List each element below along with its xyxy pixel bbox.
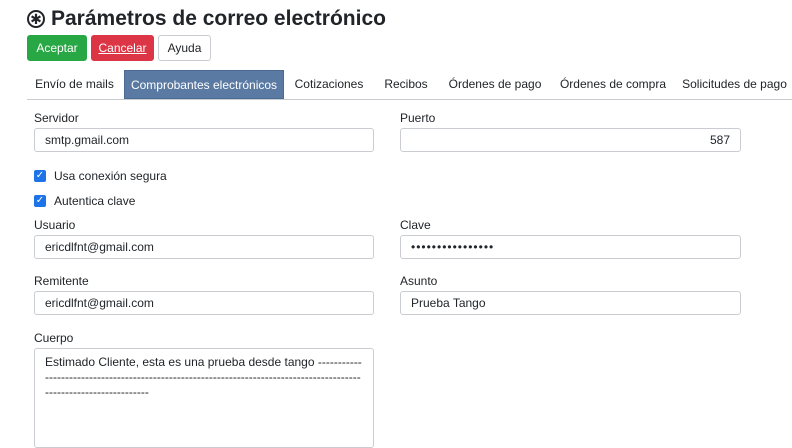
tab-cotizaciones[interactable]: Cotizaciones: [288, 70, 370, 98]
clave-value: ••••••••••••••••: [411, 240, 495, 254]
puerto-label: Puerto: [400, 111, 436, 125]
servidor-label: Servidor: [34, 111, 79, 125]
secure-connection-row: ✓ Usa conexión segura: [34, 169, 167, 183]
servidor-value: smtp.gmail.com: [45, 133, 130, 147]
tab-recibos[interactable]: Recibos: [374, 70, 438, 98]
tab-ordenes-de-pago[interactable]: Órdenes de pago: [442, 70, 548, 98]
help-button[interactable]: Ayuda: [158, 35, 211, 61]
page-header: ✱ Parámetros de correo electrónico: [27, 6, 386, 32]
tab-comprobantes-electronicos[interactable]: Comprobantes electrónicos: [124, 70, 284, 99]
clave-input[interactable]: ••••••••••••••••: [400, 235, 741, 259]
asunto-input[interactable]: Prueba Tango: [400, 291, 741, 315]
clave-label: Clave: [400, 218, 431, 232]
tab-envio-de-mails[interactable]: Envío de mails: [27, 70, 122, 98]
secure-connection-checkbox[interactable]: ✓: [34, 170, 46, 182]
usuario-label: Usuario: [34, 218, 76, 232]
tab-ordenes-de-compra[interactable]: Órdenes de compra: [554, 70, 672, 98]
usuario-value: ericdlfnt@gmail.com: [45, 240, 154, 254]
auth-label: Autentica clave: [54, 194, 136, 208]
auth-row: ✓ Autentica clave: [34, 194, 135, 208]
asterisk-circle-icon: ✱: [27, 10, 45, 28]
accept-button[interactable]: Aceptar: [27, 35, 87, 61]
asunto-value: Prueba Tango: [411, 296, 486, 310]
page-title: Parámetros de correo electrónico: [51, 7, 386, 30]
servidor-input[interactable]: smtp.gmail.com: [34, 128, 374, 152]
cancel-button[interactable]: Cancelar: [91, 35, 154, 61]
secure-connection-label: Usa conexión segura: [54, 169, 167, 183]
cuerpo-textarea[interactable]: Estimado Cliente, esta es una prueba des…: [34, 348, 374, 448]
puerto-input[interactable]: 587: [400, 128, 741, 152]
auth-checkbox[interactable]: ✓: [34, 195, 46, 207]
tab-bar: Envío de mails Comprobantes electrónicos…: [27, 70, 792, 100]
puerto-value: 587: [709, 133, 730, 147]
remitente-label: Remitente: [34, 274, 89, 288]
remitente-value: ericdlfnt@gmail.com: [45, 296, 154, 310]
tab-solicitudes-de-pago[interactable]: Solicitudes de pago: [677, 70, 792, 98]
usuario-input[interactable]: ericdlfnt@gmail.com: [34, 235, 374, 259]
remitente-input[interactable]: ericdlfnt@gmail.com: [34, 291, 374, 315]
cuerpo-label: Cuerpo: [34, 331, 74, 345]
asunto-label: Asunto: [400, 274, 438, 288]
